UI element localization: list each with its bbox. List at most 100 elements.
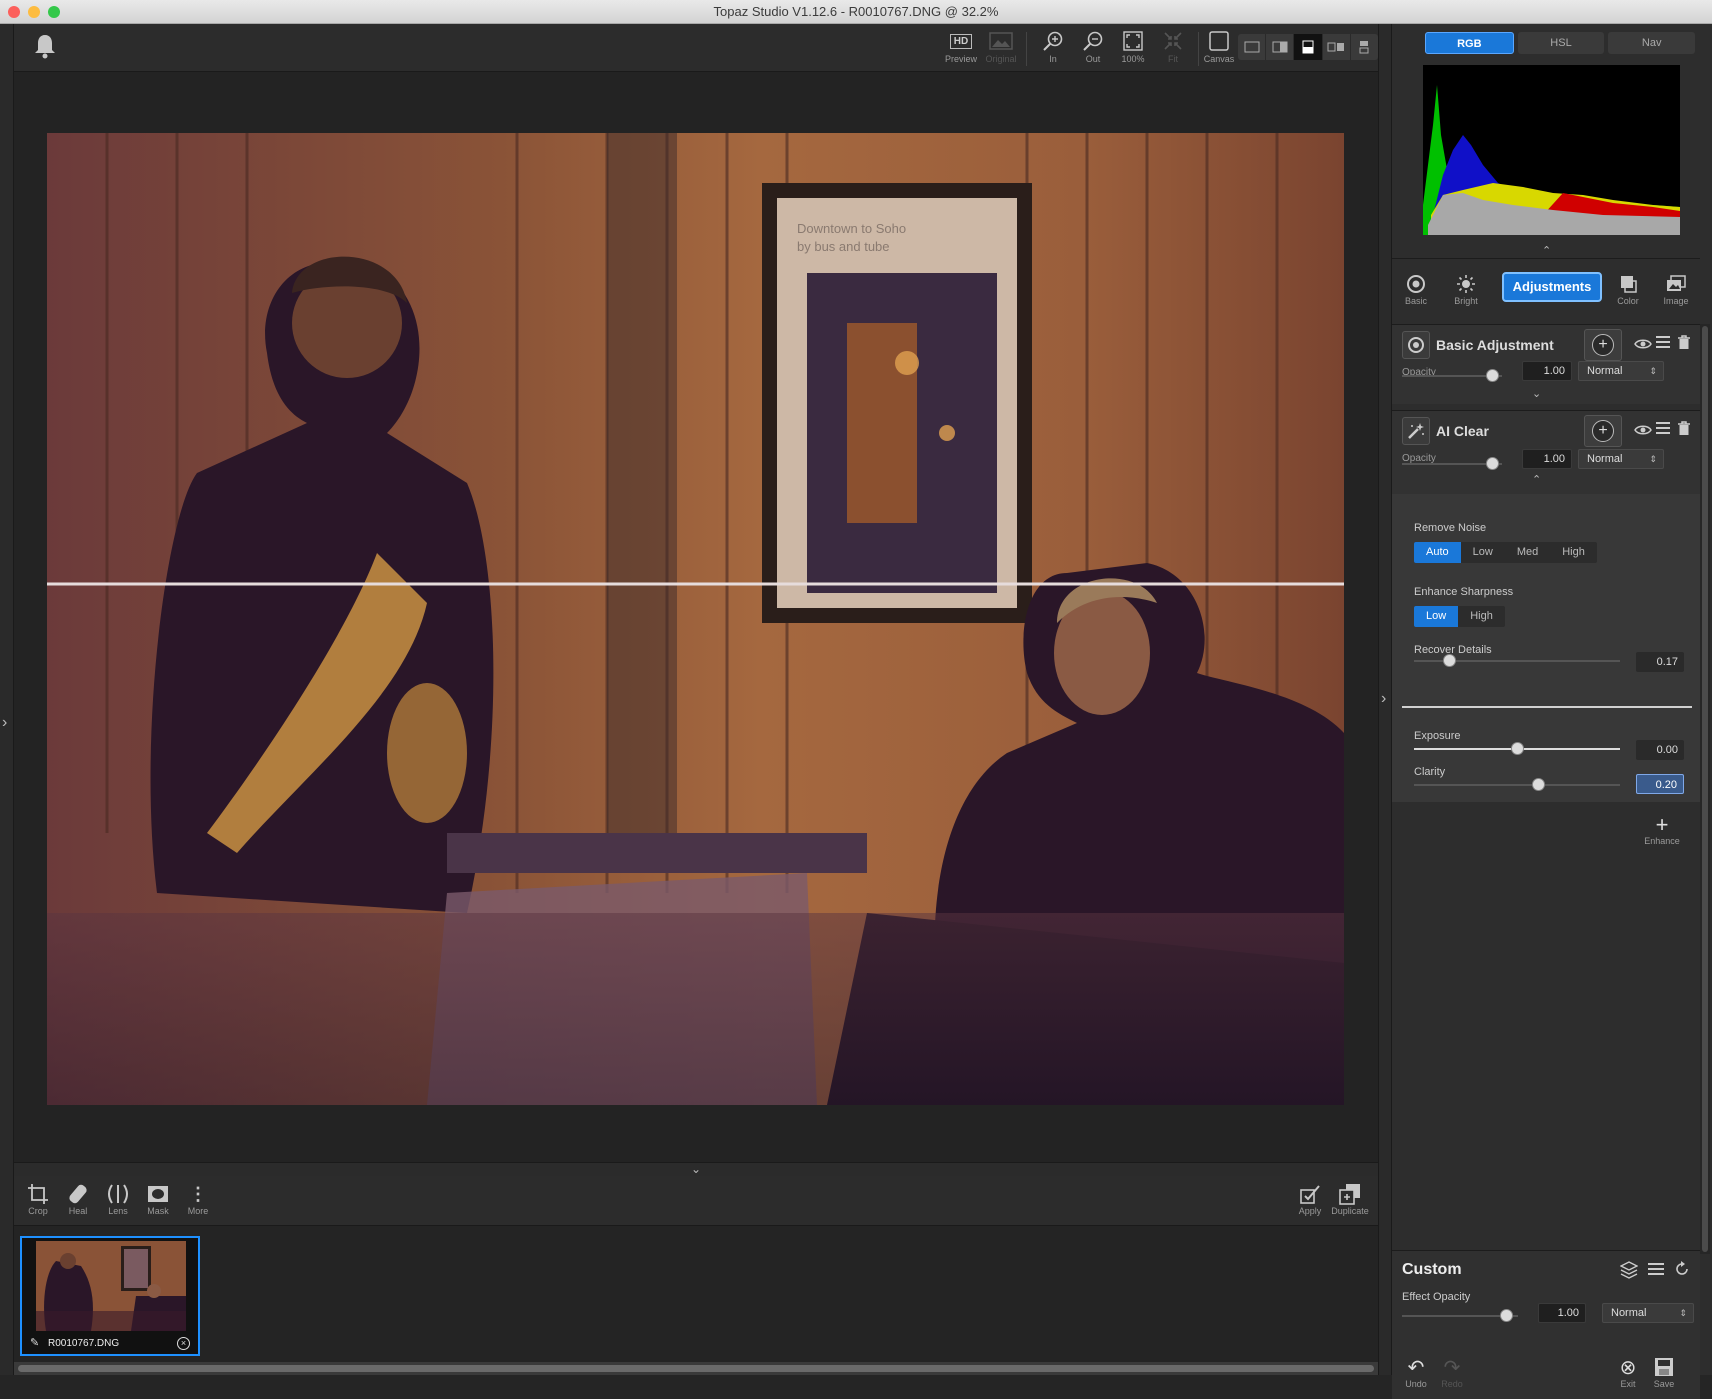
sharpness-high[interactable]: High [1458, 606, 1505, 627]
enhance-button[interactable]: + Enhance [1640, 812, 1684, 847]
opacity-slider-knob[interactable] [1486, 369, 1499, 382]
image-canvas[interactable]: Downtown to Soho by bus and tube [14, 72, 1378, 1162]
mask-button[interactable]: Mask [138, 1182, 178, 1216]
filmstrip-scrollbar[interactable] [14, 1362, 1378, 1375]
remove-noise-auto[interactable]: Auto [1414, 542, 1461, 563]
close-icon[interactable]: × [177, 1337, 190, 1350]
fit-icon [1164, 32, 1182, 50]
left-panel-toggle[interactable]: › [0, 24, 14, 1375]
more-button[interactable]: ⋮ More [178, 1182, 218, 1217]
fit-button[interactable]: Fit [1154, 28, 1192, 70]
remove-noise-low[interactable]: Low [1461, 542, 1505, 563]
collapse-histogram-button[interactable]: ⌃ [1542, 244, 1551, 257]
menu-icon[interactable] [1648, 1261, 1664, 1282]
category-color[interactable]: Color [1606, 272, 1650, 306]
zoom-100-button[interactable]: 100% [1114, 28, 1152, 70]
trash-icon[interactable] [1678, 421, 1690, 441]
tab-rgb[interactable]: RGB [1425, 32, 1514, 54]
effect-blend-select[interactable]: Normal ⇕ [1602, 1303, 1694, 1323]
add-mask-button[interactable]: + [1584, 329, 1622, 361]
split-view-button[interactable] [1294, 34, 1323, 60]
side-by-side-view-button[interactable] [1266, 34, 1295, 60]
canvas-button[interactable]: Canvas [1200, 28, 1238, 70]
stacked-view-button[interactable] [1351, 34, 1378, 60]
single-view-button[interactable] [1238, 34, 1267, 60]
filter-basic-adjustment: Basic Adjustment + Opacity 1.00 Normal ⇕ … [1392, 324, 1700, 404]
original-button[interactable]: Original [982, 28, 1020, 70]
exposure-value[interactable]: 0.00 [1636, 740, 1684, 760]
right-panel-toggle[interactable]: › [1378, 24, 1392, 1375]
thumbnail-filename: R0010767.DNG [48, 1338, 120, 1349]
expand-filter-button[interactable]: ⌄ [1532, 387, 1541, 400]
duplicate-button[interactable]: Duplicate [1330, 1182, 1370, 1216]
recover-details-value[interactable]: 0.17 [1636, 652, 1684, 672]
remove-noise-high[interactable]: High [1550, 542, 1597, 563]
enhance-sharpness-label: Enhance Sharpness [1414, 586, 1514, 598]
opacity-value[interactable]: 1.00 [1522, 449, 1572, 469]
updown-icon: ⇕ [1649, 366, 1657, 376]
effect-opacity-value[interactable]: 1.00 [1538, 1303, 1586, 1323]
tab-nav[interactable]: Nav [1608, 32, 1696, 54]
tab-hsl[interactable]: HSL [1517, 32, 1605, 54]
preview-button[interactable]: HD Preview [942, 28, 980, 70]
effect-opacity-knob[interactable] [1500, 1309, 1514, 1322]
chevron-right-icon: › [1381, 690, 1387, 707]
clarity-value-input[interactable]: 0.20 [1636, 774, 1684, 794]
enhance-label: Enhance [1644, 836, 1680, 846]
add-mask-button[interactable]: + [1584, 415, 1622, 447]
category-adjustments[interactable]: Adjustments [1502, 272, 1602, 302]
layers-icon[interactable] [1619, 1261, 1639, 1284]
lens-label: Lens [108, 1206, 128, 1216]
menu-icon[interactable] [1656, 335, 1670, 354]
bottom-toolbar: Crop Heal Lens Mask ⋮ More Apply Duplica… [14, 1176, 1378, 1226]
clarity-slider[interactable] [1414, 784, 1620, 786]
opacity-slider-knob[interactable] [1486, 457, 1499, 470]
menu-icon[interactable] [1656, 421, 1670, 440]
category-bright[interactable]: Bright [1444, 272, 1488, 306]
exit-button[interactable]: ⊗ Exit [1610, 1355, 1646, 1390]
zoom-out-label: Out [1085, 54, 1101, 64]
redo-button[interactable]: ↷ Redo [1434, 1355, 1470, 1390]
lens-button[interactable]: Lens [98, 1182, 138, 1216]
updown-icon: ⇕ [1679, 1308, 1687, 1318]
filmstrip-thumbnail[interactable]: ✎ R0010767.DNG × [20, 1236, 200, 1356]
remove-noise-med[interactable]: Med [1505, 542, 1550, 563]
category-image[interactable]: Image [1654, 272, 1698, 306]
trash-icon[interactable] [1678, 335, 1690, 355]
notification-bell-icon[interactable] [32, 32, 60, 62]
collapse-filter-button[interactable]: ⌃ [1532, 473, 1541, 486]
collapse-filmstrip-button[interactable]: ⌄ [14, 1162, 1378, 1176]
clarity-label: Clarity [1414, 766, 1446, 778]
reset-icon[interactable] [1674, 1261, 1690, 1282]
save-button[interactable]: Save [1646, 1355, 1682, 1389]
clarity-knob[interactable] [1531, 778, 1545, 791]
eye-icon[interactable] [1634, 337, 1652, 355]
zoom-in-button[interactable]: In [1034, 28, 1072, 70]
plus-icon: + [1655, 812, 1669, 837]
color-icon [1621, 276, 1637, 293]
thumbnail-image [36, 1241, 186, 1331]
exposure-label: Exposure [1414, 730, 1461, 742]
category-basic[interactable]: Basic [1394, 272, 1438, 306]
dual-view-button[interactable] [1323, 34, 1351, 60]
panel-scrollbar[interactable] [1700, 324, 1710, 1254]
crop-button[interactable]: Crop [18, 1182, 58, 1216]
recover-details-knob[interactable] [1443, 654, 1457, 667]
image-icon [989, 32, 1013, 50]
undo-icon: ↶ [1407, 1356, 1425, 1379]
opacity-value[interactable]: 1.00 [1522, 361, 1572, 381]
blend-mode-select[interactable]: Normal ⇕ [1578, 361, 1664, 381]
sharpness-low[interactable]: Low [1414, 606, 1459, 627]
exposure-knob[interactable] [1511, 742, 1524, 755]
category-image-label: Image [1663, 296, 1689, 306]
eye-icon[interactable] [1634, 423, 1652, 441]
undo-button[interactable]: ↶ Undo [1398, 1355, 1434, 1390]
photo-preview[interactable]: Downtown to Soho by bus and tube [47, 133, 1344, 1105]
zoom-out-button[interactable]: Out [1074, 28, 1112, 70]
heal-button[interactable]: Heal [58, 1182, 98, 1216]
filter-title: Basic Adjustment [1436, 337, 1554, 353]
apply-button[interactable]: Apply [1290, 1182, 1330, 1216]
blend-mode-select[interactable]: Normal ⇕ [1578, 449, 1664, 469]
mask-label: Mask [147, 1206, 169, 1216]
blend-mode-value: Normal [1587, 365, 1623, 377]
